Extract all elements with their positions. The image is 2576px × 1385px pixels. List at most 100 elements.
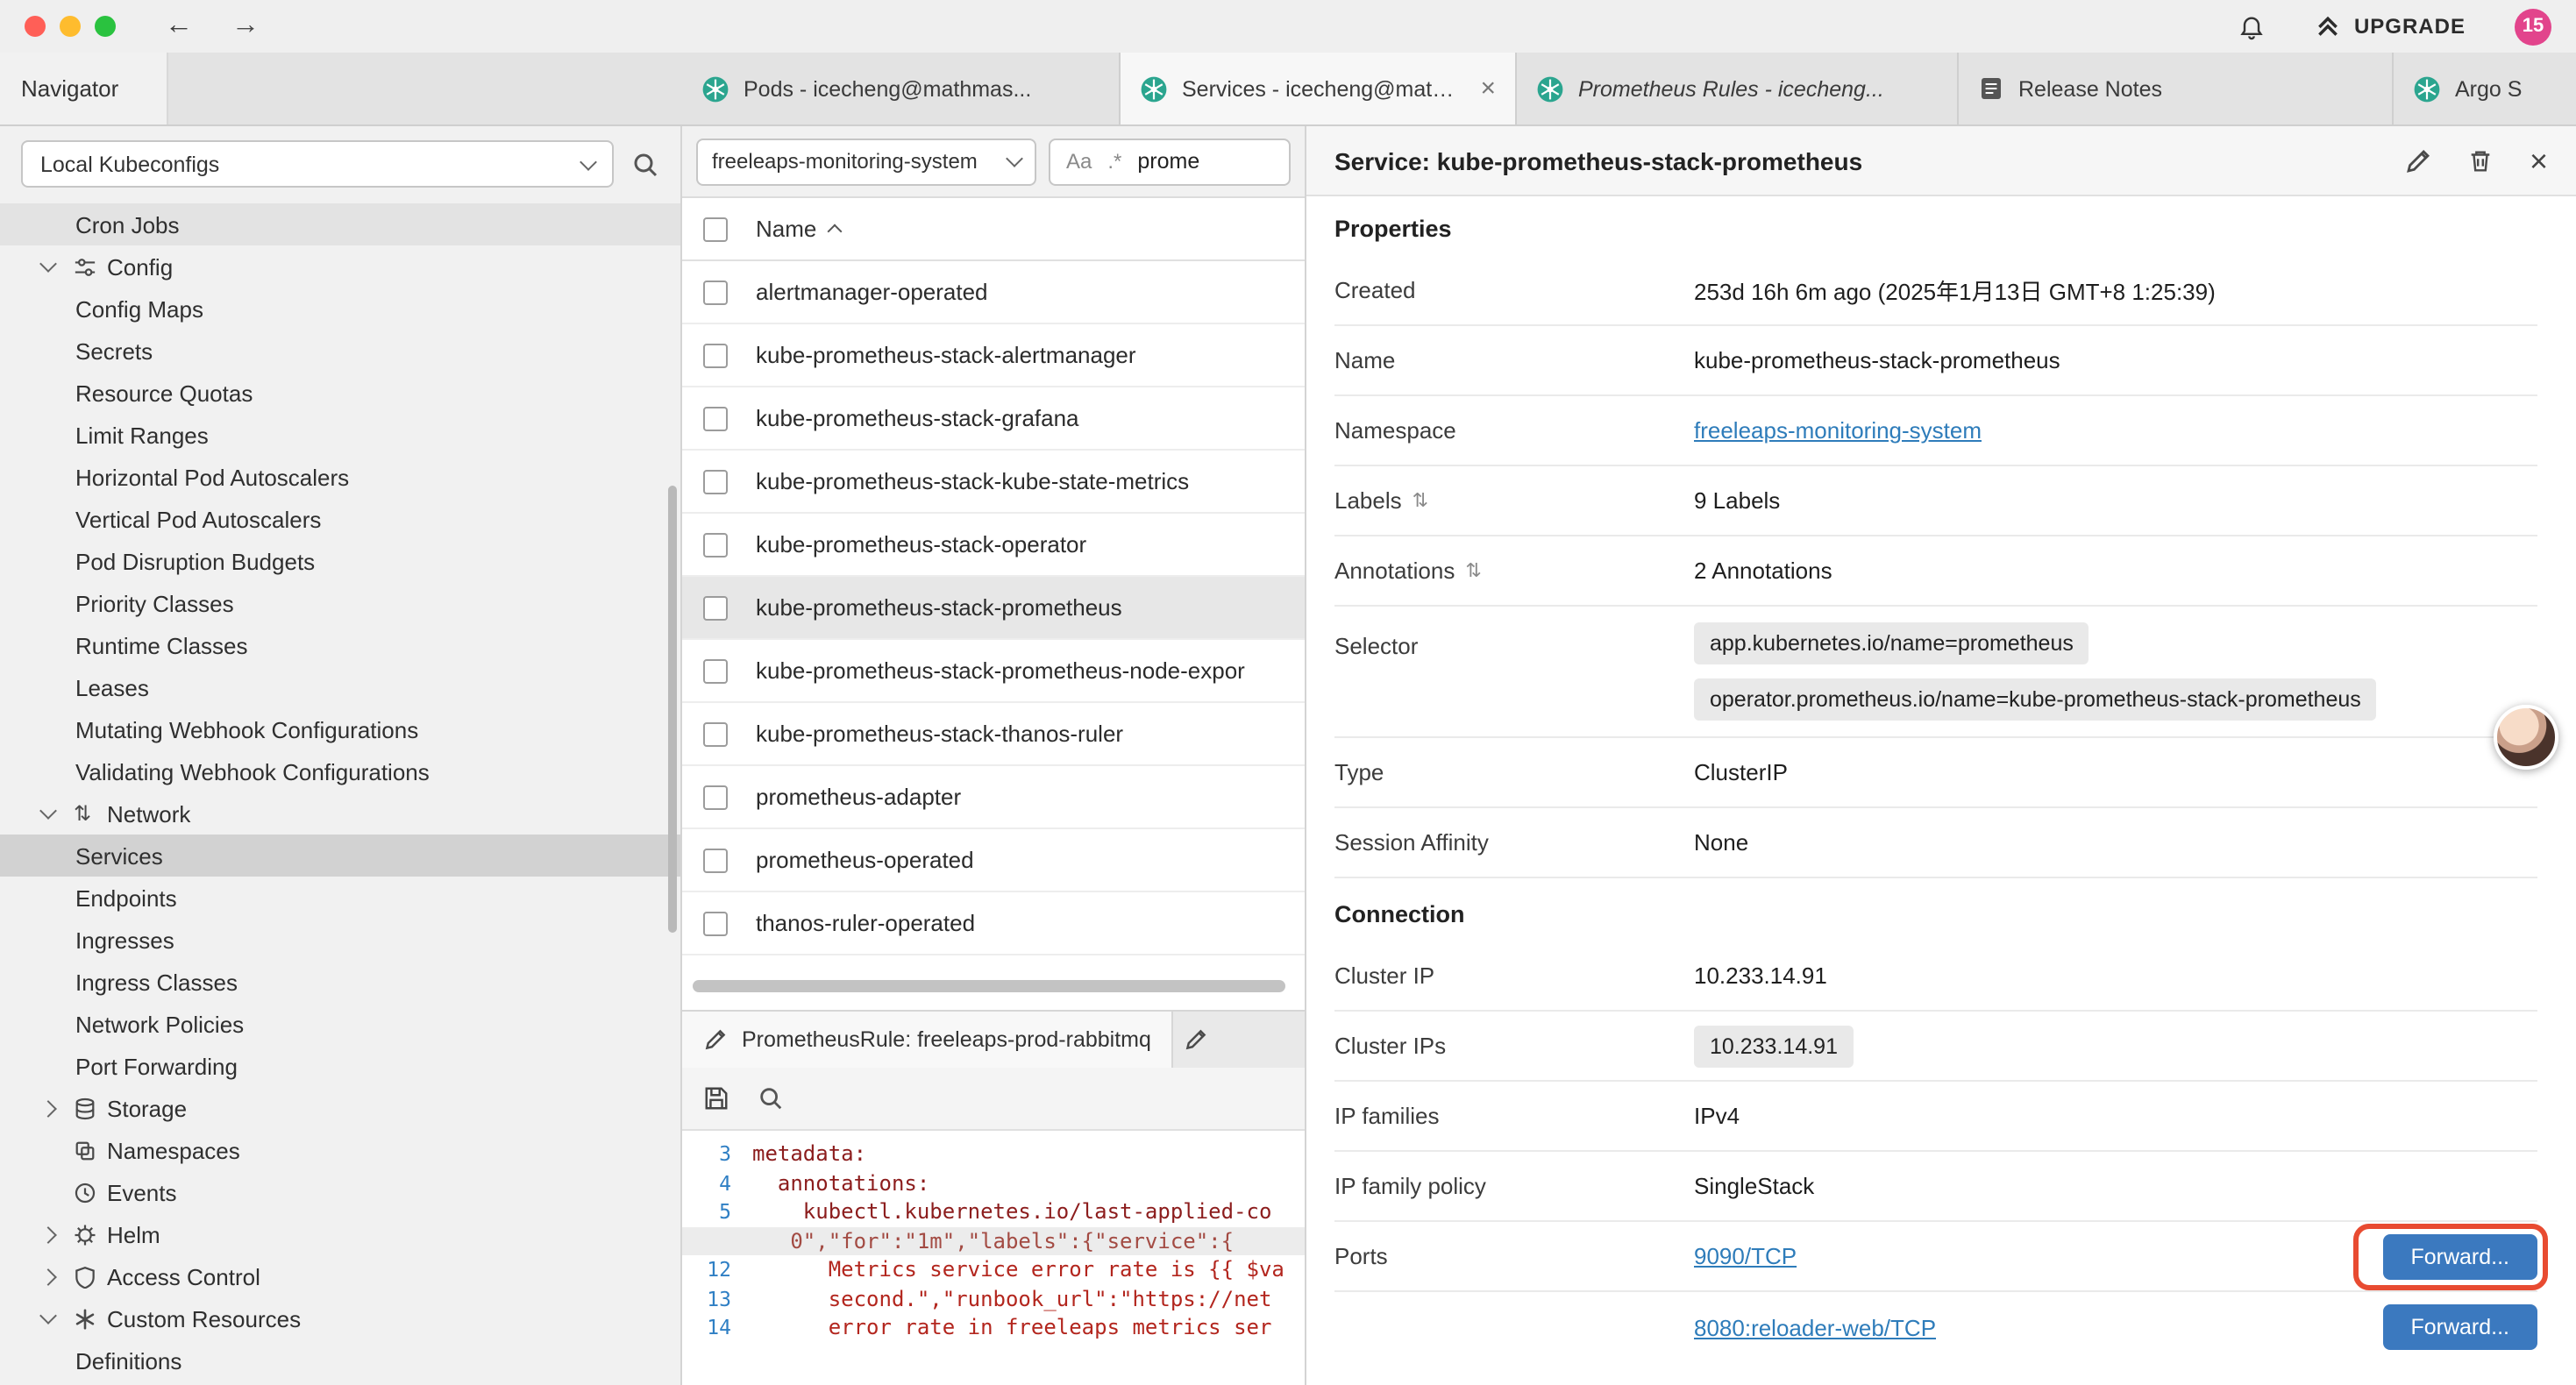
sidebar-item-endpoints[interactable]: Endpoints xyxy=(0,877,680,919)
minimize-window-button[interactable] xyxy=(60,16,81,37)
tab-pods[interactable]: Pods - icecheng@mathmas... xyxy=(682,53,1121,124)
namespace-link[interactable]: freeleaps-monitoring-system xyxy=(1694,417,1982,444)
user-avatar[interactable] xyxy=(2494,705,2558,770)
sidebar-item-helm[interactable]: Helm xyxy=(0,1213,680,1255)
delete-icon[interactable] xyxy=(2468,146,2494,174)
editor-line: error rate in freeleaps metrics ser xyxy=(752,1316,1271,1340)
sidebar-item-services[interactable]: Services xyxy=(0,835,680,877)
row-checkbox[interactable] xyxy=(703,658,728,683)
close-window-button[interactable] xyxy=(25,16,46,37)
property-row-session-affinity: Session Affinity None xyxy=(1334,808,2537,878)
port-link[interactable]: 9090/TCP xyxy=(1694,1243,1797,1269)
notification-count-badge[interactable]: 15 xyxy=(2515,8,2551,45)
sidebar-tree: Cron Jobs Config Config Maps Secrets Res… xyxy=(0,200,680,1385)
row-checkbox[interactable] xyxy=(703,280,728,304)
row-checkbox[interactable] xyxy=(703,406,728,430)
regex-toggle[interactable]: .* xyxy=(1107,149,1121,174)
sidebar-item-storage[interactable]: Storage xyxy=(0,1087,680,1129)
namespace-filter-dropdown[interactable]: freeleaps-monitoring-system xyxy=(696,138,1036,185)
sidebar-item-definitions[interactable]: Definitions xyxy=(0,1339,680,1381)
row-checkbox[interactable] xyxy=(703,469,728,494)
sidebar-item-network-policies[interactable]: Network Policies xyxy=(0,1003,680,1045)
row-checkbox[interactable] xyxy=(703,343,728,367)
table-row[interactable]: kube-prometheus-stack-operator xyxy=(682,514,1305,577)
tab-argo[interactable]: Argo S xyxy=(2394,53,2576,124)
sidebar-item-validating-webhook-configurations[interactable]: Validating Webhook Configurations xyxy=(0,750,680,792)
close-icon[interactable]: × xyxy=(2530,145,2548,176)
row-checkbox[interactable] xyxy=(703,595,728,620)
notification-bell-icon[interactable] xyxy=(2238,12,2266,40)
dock-tab-prometheusrule[interactable]: PrometheusRule: freeleaps-prod-rabbitmq xyxy=(682,1012,1174,1068)
row-checkbox[interactable] xyxy=(703,785,728,809)
sidebar-item-runtime-classes[interactable]: Runtime Classes xyxy=(0,624,680,666)
kubeconfig-dropdown[interactable]: Local Kubeconfigs xyxy=(21,140,614,188)
back-icon[interactable]: ← xyxy=(165,12,193,40)
sidebar-item-cron-jobs[interactable]: Cron Jobs xyxy=(0,203,680,245)
tab-prometheus-rules[interactable]: Prometheus Rules - icecheng... xyxy=(1517,53,1959,124)
sidebar-item-horizontal-pod-autoscalers[interactable]: Horizontal Pod Autoscalers xyxy=(0,456,680,498)
network-icon: ⇅ xyxy=(74,801,107,826)
sidebar-item-priority-classes[interactable]: Priority Classes xyxy=(0,582,680,624)
property-row-selector: Selector app.kubernetes.io/name=promethe… xyxy=(1334,607,2537,738)
sidebar-item-vertical-pod-autoscalers[interactable]: Vertical Pod Autoscalers xyxy=(0,498,680,540)
sidebar-item-pod-disruption-budgets[interactable]: Pod Disruption Budgets xyxy=(0,540,680,582)
search-icon[interactable] xyxy=(631,150,659,178)
upgrade-button[interactable]: UPGRADE xyxy=(2316,14,2466,39)
editor-line: second.","runbook_url":"https://net xyxy=(752,1287,1271,1311)
dock-tab-partial[interactable] xyxy=(1174,1012,1305,1068)
navigator-pane-tab[interactable]: Navigator xyxy=(0,53,168,124)
table-row[interactable]: kube-prometheus-stack-grafana xyxy=(682,387,1305,451)
tab-services[interactable]: Services - icecheng@math... × xyxy=(1121,53,1517,124)
table-row[interactable]: kube-prometheus-stack-thanos-ruler xyxy=(682,703,1305,766)
sidebar-item-config[interactable]: Config xyxy=(0,245,680,288)
table-row[interactable]: prometheus-adapter xyxy=(682,766,1305,829)
editor-line: metadata: xyxy=(752,1142,866,1167)
port-forward-button[interactable]: Forward... xyxy=(2382,1233,2537,1279)
sidebar-item-config-maps[interactable]: Config Maps xyxy=(0,288,680,330)
table-row[interactable]: kube-prometheus-stack-prometheus-node-ex… xyxy=(682,640,1305,703)
horizontal-scrollbar[interactable] xyxy=(693,980,1294,994)
expand-icon[interactable]: ⇅ xyxy=(1465,559,1481,582)
sidebar-item-limit-ranges[interactable]: Limit Ranges xyxy=(0,414,680,456)
maximize-window-button[interactable] xyxy=(95,16,116,37)
table-row[interactable]: kube-prometheus-stack-alertmanager xyxy=(682,324,1305,387)
tab-release-notes[interactable]: Release Notes xyxy=(1959,53,2394,124)
table-row[interactable]: alertmanager-operated xyxy=(682,261,1305,324)
search-input[interactable]: Aa .* prome xyxy=(1049,138,1291,185)
sidebar-item-leases[interactable]: Leases xyxy=(0,666,680,708)
sidebar-item-events[interactable]: Events xyxy=(0,1171,680,1213)
row-checkbox[interactable] xyxy=(703,721,728,746)
row-checkbox[interactable] xyxy=(703,911,728,935)
sidebar-item-network[interactable]: ⇅ Network xyxy=(0,792,680,835)
sidebar-item-mutating-webhook-configurations[interactable]: Mutating Webhook Configurations xyxy=(0,708,680,750)
expand-icon[interactable]: ⇅ xyxy=(1413,489,1428,512)
save-icon[interactable] xyxy=(703,1085,729,1112)
table-row-selected[interactable]: kube-prometheus-stack-prometheus xyxy=(682,577,1305,640)
port-link[interactable]: 8080:reloader-web/TCP xyxy=(1694,1314,1936,1340)
name-column-header[interactable]: Name xyxy=(756,216,839,242)
edit-icon[interactable] xyxy=(2405,146,2433,174)
sidebar-item-ingresses[interactable]: Ingresses xyxy=(0,919,680,961)
sidebar-item-namespaces[interactable]: Namespaces xyxy=(0,1129,680,1171)
row-checkbox[interactable] xyxy=(703,532,728,557)
row-checkbox[interactable] xyxy=(703,848,728,872)
chevron-down-icon xyxy=(580,153,597,170)
select-all-checkbox[interactable] xyxy=(703,217,728,241)
table-row[interactable]: prometheus-operated xyxy=(682,829,1305,892)
sidebar-item-ingress-classes[interactable]: Ingress Classes xyxy=(0,961,680,1003)
sidebar-item-access-control[interactable]: Access Control xyxy=(0,1255,680,1297)
sidebar-item-resource-quotas[interactable]: Resource Quotas xyxy=(0,372,680,414)
match-case-toggle[interactable]: Aa xyxy=(1066,149,1092,174)
table-row[interactable]: thanos-ruler-operated xyxy=(682,892,1305,955)
forward-icon[interactable]: → xyxy=(231,12,260,40)
search-icon[interactable] xyxy=(758,1085,784,1112)
table-row[interactable]: kube-prometheus-stack-kube-state-metrics xyxy=(682,451,1305,514)
sidebar-item-secrets[interactable]: Secrets xyxy=(0,330,680,372)
yaml-editor[interactable]: 3metadata: 4 annotations: 5 kubectl.kube… xyxy=(682,1131,1305,1385)
sidebar-item-custom-resources[interactable]: Custom Resources xyxy=(0,1297,680,1339)
port-forward-button[interactable]: Forward... xyxy=(2382,1304,2537,1350)
sidebar-item-port-forwarding[interactable]: Port Forwarding xyxy=(0,1045,680,1087)
cluster-ip-badge: 10.233.14.91 xyxy=(1694,1025,1854,1067)
sidebar-scrollbar[interactable] xyxy=(668,486,677,933)
close-icon[interactable]: × xyxy=(1469,74,1496,103)
